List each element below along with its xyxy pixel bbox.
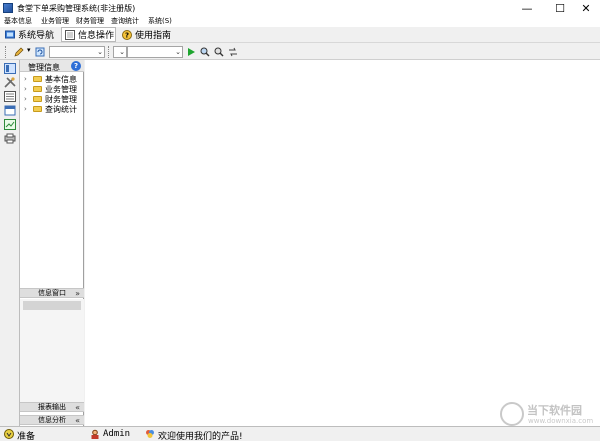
filter-combo-1[interactable]: ⌄ xyxy=(49,46,105,58)
expand-icon[interactable]: › xyxy=(24,75,29,83)
tree-panel-header: 管理信息 ? xyxy=(20,60,84,72)
calendar-icon[interactable] xyxy=(4,105,16,116)
tab-system-nav[interactable]: 系统导航 xyxy=(2,27,54,42)
nav-toolbar: 系统导航 信息操作 ? 使用指南 xyxy=(0,27,600,43)
folder-icon xyxy=(33,86,42,92)
panel-help-icon[interactable]: ? xyxy=(71,61,81,71)
tab-info-ops-label: 信息操作 xyxy=(78,31,115,41)
status-ready: 准备 xyxy=(17,432,36,441)
nav-icon xyxy=(5,30,15,38)
pencil-dropdown-icon[interactable]: ▾ xyxy=(27,46,31,54)
watermark-logo-icon xyxy=(500,402,524,426)
info-icon xyxy=(65,29,75,40)
ready-icon xyxy=(4,429,14,439)
chevron-down-icon[interactable]: » xyxy=(75,289,80,298)
tree-item-label: 查询统计 xyxy=(45,104,77,114)
nav-panel-icon[interactable] xyxy=(4,63,16,74)
tree-item-query[interactable]: › 查询统计 xyxy=(20,104,84,114)
search-user-icon[interactable] xyxy=(200,47,210,57)
play-icon[interactable] xyxy=(186,47,196,57)
status-message: 欢迎使用我们的产品! xyxy=(158,432,243,441)
status-bar: 准备 Admin 欢迎使用我们的产品! xyxy=(0,426,600,441)
welcome-icon xyxy=(146,430,154,438)
chevron-up-icon[interactable]: « xyxy=(75,403,80,412)
expand-icon[interactable]: › xyxy=(24,95,29,103)
main-content-area[interactable] xyxy=(85,60,600,426)
side-icon-bar xyxy=(0,60,20,426)
chevron-down-icon: ⌄ xyxy=(97,48,103,56)
pencil-icon[interactable] xyxy=(14,47,24,57)
chevron-down-icon: ⌄ xyxy=(175,48,181,56)
info-window-body xyxy=(20,299,84,402)
minimize-button[interactable]: — xyxy=(512,0,542,16)
tree-item-finance[interactable]: › 财务管理 xyxy=(20,94,84,104)
user-icon xyxy=(91,429,99,439)
info-window-label: 信息窗口 xyxy=(38,289,66,297)
menu-bar: 基本信息 业务管理 财务管理 查询统计 系统(S) xyxy=(0,16,600,27)
info-analysis-label: 信息分析 xyxy=(38,416,66,424)
tree-item-basic-info[interactable]: › 基本信息 xyxy=(20,74,84,84)
menu-finance[interactable]: 财务管理 xyxy=(76,16,104,27)
info-window-item[interactable] xyxy=(23,301,81,310)
menu-query[interactable]: 查询统计 xyxy=(111,16,139,27)
title-bar: 食堂下单采购管理系统(非注册版) — ☐ ✕ xyxy=(0,0,600,16)
watermark-name: 当下软件园 xyxy=(527,404,582,417)
window-title: 食堂下单采购管理系统(非注册版) xyxy=(17,4,136,13)
watermark-url: www.downxia.com xyxy=(528,417,594,425)
tab-user-guide[interactable]: ? 使用指南 xyxy=(119,27,171,42)
folder-icon xyxy=(33,106,42,112)
expand-icon[interactable]: › xyxy=(24,85,29,93)
refresh-icon[interactable] xyxy=(35,47,45,57)
folder-icon xyxy=(33,96,42,102)
expand-icon[interactable]: › xyxy=(24,105,29,113)
tools-icon[interactable] xyxy=(4,77,16,88)
search-combo[interactable]: ⌄ xyxy=(127,46,183,58)
chevron-up-icon[interactable]: « xyxy=(75,416,80,425)
tree-item-business[interactable]: › 业务管理 xyxy=(20,84,84,94)
info-analysis-bar[interactable]: 信息分析 « xyxy=(20,415,84,425)
tree-panel-title: 管理信息 xyxy=(28,63,60,72)
tree-panel: 管理信息 ? › 基本信息 › 业务管理 › 财务管理 › 查询统计 信息窗口 … xyxy=(20,60,84,426)
toolbar-grip[interactable] xyxy=(5,46,7,58)
filter-combo-2[interactable]: ⌄ xyxy=(113,46,127,58)
tab-info-ops[interactable]: 信息操作 xyxy=(61,27,116,42)
app-icon xyxy=(3,3,13,13)
maximize-button[interactable]: ☐ xyxy=(545,0,575,16)
edit-toolbar: ▾ ⌄ ⌄ ⌄ xyxy=(0,44,600,60)
folder-icon xyxy=(33,76,42,82)
menu-system[interactable]: 系统(S) xyxy=(148,16,172,27)
link-icon[interactable] xyxy=(228,47,238,57)
close-button[interactable]: ✕ xyxy=(572,0,600,16)
status-user: Admin xyxy=(103,429,131,439)
chevron-down-icon: ⌄ xyxy=(119,48,125,56)
chart-icon[interactable] xyxy=(4,119,16,130)
tab-system-nav-label: 系统导航 xyxy=(18,31,55,41)
report-output-bar[interactable]: 报表输出 « xyxy=(20,402,84,412)
tab-user-guide-label: 使用指南 xyxy=(135,31,172,41)
toolbar-separator xyxy=(108,46,110,58)
search-icon[interactable] xyxy=(214,47,224,57)
info-window-bar[interactable]: 信息窗口 » xyxy=(20,288,84,298)
menu-basic-info[interactable]: 基本信息 xyxy=(4,16,32,27)
menu-business[interactable]: 业务管理 xyxy=(41,16,69,27)
list-icon[interactable] xyxy=(4,91,16,102)
help-icon: ? xyxy=(122,29,132,40)
report-output-label: 报表输出 xyxy=(38,403,66,411)
printer-icon[interactable] xyxy=(4,133,16,144)
svg-text:?: ? xyxy=(125,31,129,39)
